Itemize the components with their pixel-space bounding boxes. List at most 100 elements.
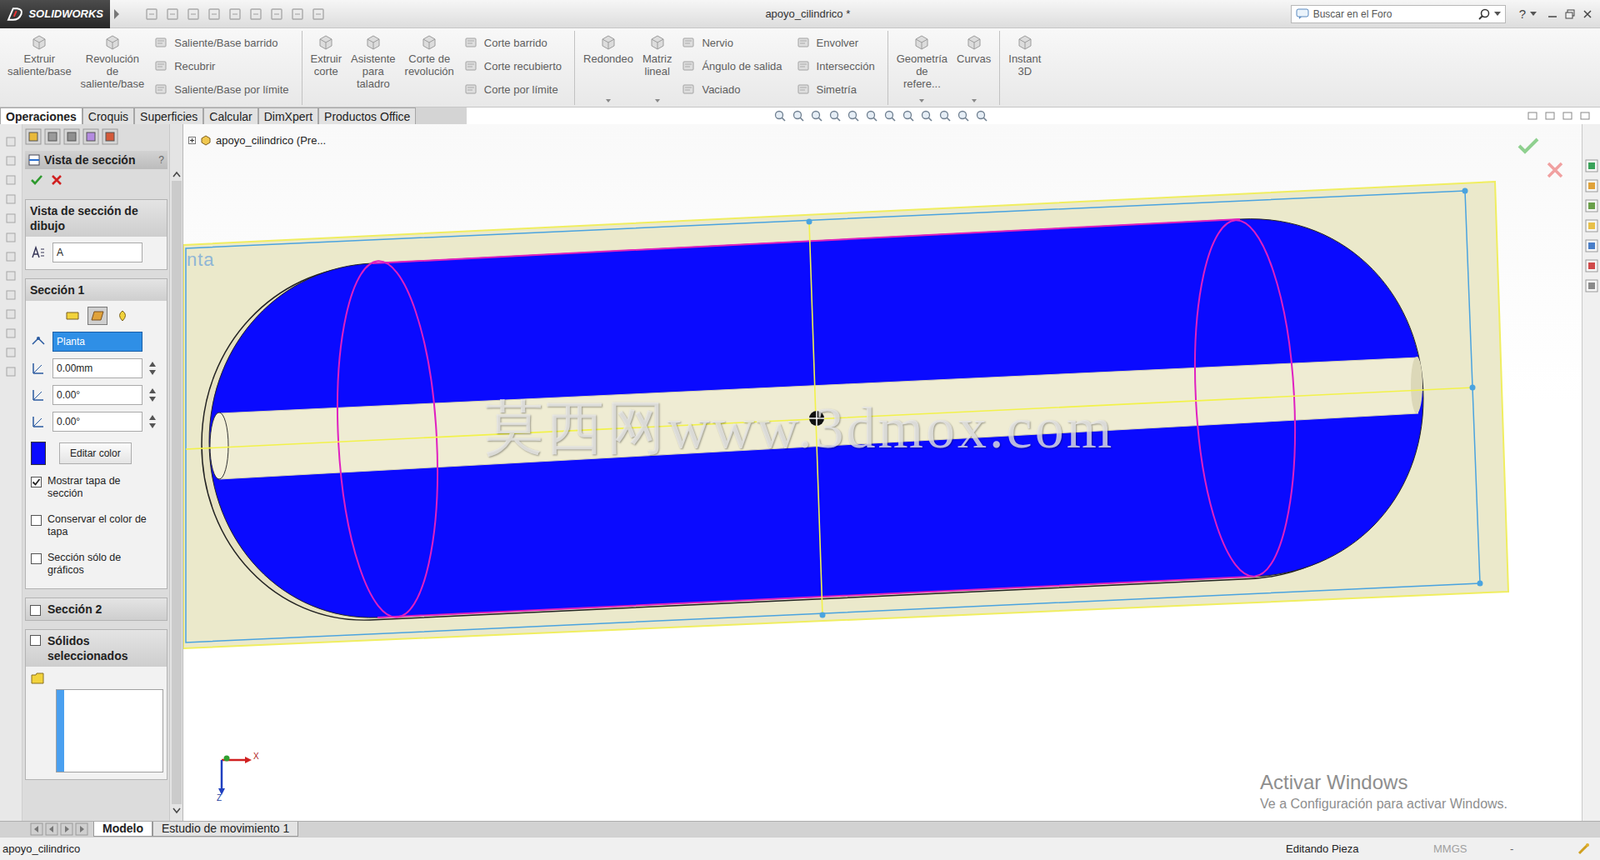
command-tab[interactable]: Superficies bbox=[134, 107, 204, 125]
option-checkbox-row[interactable]: Conservar el color de tapa bbox=[30, 513, 164, 539]
dropdown-icon[interactable] bbox=[1530, 11, 1537, 17]
view-tool-icon[interactable] bbox=[956, 109, 970, 123]
command-button[interactable]: Instant 3D bbox=[1004, 30, 1045, 105]
feature-tree-flyout[interactable]: apoyo_cilindrico (Pre... bbox=[188, 133, 326, 147]
plane-mode-button[interactable] bbox=[62, 306, 83, 325]
command-tab[interactable]: Productos Office bbox=[318, 107, 416, 125]
command-tab[interactable]: Operaciones bbox=[0, 107, 83, 125]
magnifier-icon[interactable] bbox=[1478, 8, 1490, 20]
tool-icon[interactable] bbox=[5, 270, 17, 282]
document-window-icon[interactable] bbox=[1580, 110, 1590, 121]
manager-tab-icon[interactable] bbox=[63, 128, 80, 145]
command-button[interactable]: Corte barrido bbox=[462, 32, 564, 53]
tool-icon[interactable] bbox=[5, 365, 17, 378]
task-pane-icon[interactable] bbox=[1585, 179, 1599, 193]
plane-handle[interactable] bbox=[820, 612, 826, 619]
view-tool-icon[interactable] bbox=[773, 109, 787, 123]
cancel-x-icon[interactable] bbox=[50, 174, 63, 186]
command-button[interactable]: Recubrir bbox=[152, 55, 290, 76]
command-button[interactable]: Revolución de saliente/base bbox=[76, 30, 150, 105]
plane-handle[interactable] bbox=[1462, 188, 1469, 195]
document-window-icon[interactable] bbox=[1527, 110, 1538, 121]
dropdown-caret-icon[interactable] bbox=[971, 99, 977, 103]
spinner-icon[interactable] bbox=[149, 386, 156, 404]
task-pane-icon[interactable] bbox=[1585, 259, 1599, 273]
option-checkbox-row[interactable]: Mostrar tapa de sección bbox=[30, 475, 164, 500]
checkbox[interactable] bbox=[30, 515, 42, 526]
command-button[interactable]: Geometría de refere... bbox=[892, 30, 952, 105]
command-tab[interactable]: Calcular bbox=[203, 107, 258, 125]
minimize-icon[interactable] bbox=[1546, 8, 1559, 20]
group-header[interactable]: Vista de sección de dibujo bbox=[25, 200, 167, 237]
document-window-icon[interactable] bbox=[1545, 110, 1555, 121]
view-tool-icon[interactable] bbox=[791, 109, 805, 123]
tool-icon[interactable] bbox=[5, 174, 17, 186]
manager-tab-icon[interactable] bbox=[82, 128, 100, 145]
command-button[interactable]: Vaciado bbox=[680, 79, 784, 100]
rebuild-icon[interactable] bbox=[1576, 842, 1590, 856]
plane-mode-button[interactable] bbox=[112, 306, 133, 325]
tool-icon[interactable] bbox=[5, 193, 17, 205]
command-button[interactable]: Simetría bbox=[795, 79, 877, 100]
manager-tab-icon[interactable] bbox=[25, 128, 42, 145]
document-window-icon[interactable] bbox=[1562, 110, 1573, 121]
plane-field[interactable]: Planta bbox=[52, 331, 143, 352]
checkbox[interactable] bbox=[30, 553, 42, 565]
plane-handle[interactable] bbox=[1470, 385, 1476, 391]
command-button[interactable]: Ángulo de salida bbox=[680, 55, 784, 76]
spinner-icon[interactable] bbox=[149, 413, 156, 430]
command-button[interactable]: Extruir saliente/base bbox=[3, 30, 76, 105]
task-pane-icon[interactable] bbox=[1585, 279, 1599, 293]
manager-tab-icon[interactable] bbox=[101, 128, 119, 145]
tool-icon[interactable] bbox=[5, 250, 17, 263]
dropdown-caret-icon[interactable] bbox=[605, 99, 611, 103]
solids-list[interactable] bbox=[55, 689, 164, 773]
group-header[interactable]: Sección 2 bbox=[25, 598, 167, 620]
checkbox[interactable] bbox=[30, 635, 41, 646]
toolbar-icon[interactable] bbox=[207, 7, 221, 21]
toolbar-icon[interactable] bbox=[228, 7, 242, 21]
expand-icon[interactable] bbox=[188, 136, 196, 145]
value-field[interactable]: 0.00mm bbox=[52, 358, 143, 379]
task-pane-icon[interactable] bbox=[1585, 219, 1599, 233]
help-button[interactable]: ? bbox=[1517, 6, 1528, 21]
tool-icon[interactable] bbox=[5, 231, 17, 244]
command-button[interactable]: Extruir corte bbox=[306, 30, 347, 105]
command-button[interactable]: Saliente/Base barrido bbox=[152, 32, 290, 53]
group-header[interactable]: Sección 1 bbox=[25, 279, 167, 301]
view-tool-icon[interactable] bbox=[828, 109, 842, 123]
graphics-area[interactable]: apoyo_cilindrico (Pre...nta莫西网www.3dmox.… bbox=[183, 124, 1582, 821]
command-button[interactable]: Nervio bbox=[680, 32, 784, 53]
checkbox[interactable] bbox=[30, 605, 41, 616]
tab-nav-icon[interactable] bbox=[30, 822, 44, 836]
command-button[interactable]: Intersección bbox=[795, 55, 877, 76]
tool-icon[interactable] bbox=[5, 308, 17, 320]
scroll-up-icon[interactable] bbox=[172, 170, 181, 178]
value-field[interactable]: 0.00° bbox=[52, 411, 143, 432]
group-header[interactable]: Sólidos seleccionados bbox=[25, 630, 167, 667]
dropdown-caret-icon[interactable] bbox=[655, 99, 660, 103]
bottom-tab[interactable]: Modelo bbox=[93, 821, 153, 837]
edit-color-button[interactable]: Editar color bbox=[59, 442, 132, 465]
section-name-field[interactable]: A bbox=[52, 242, 143, 263]
tool-icon[interactable] bbox=[5, 155, 17, 167]
command-button[interactable]: Asistente para taladro bbox=[346, 30, 400, 105]
task-pane-icon[interactable] bbox=[1585, 199, 1599, 213]
manager-tab-icon[interactable] bbox=[44, 128, 61, 145]
dropdown-icon[interactable] bbox=[1494, 11, 1501, 17]
tool-icon[interactable] bbox=[5, 327, 17, 340]
value-field[interactable]: 0.00° bbox=[52, 385, 143, 405]
toolbar-icon[interactable] bbox=[249, 7, 263, 21]
view-tool-icon[interactable] bbox=[846, 109, 860, 123]
close-icon[interactable] bbox=[1581, 8, 1594, 20]
plane-handle[interactable] bbox=[806, 219, 813, 225]
tab-nav-icon[interactable] bbox=[60, 822, 74, 836]
plane-mode-button[interactable] bbox=[87, 306, 108, 325]
task-pane-icon[interactable] bbox=[1585, 239, 1599, 253]
tool-icon[interactable] bbox=[5, 212, 17, 225]
confirm-check-icon[interactable] bbox=[1517, 136, 1540, 155]
scrollbar[interactable] bbox=[169, 124, 183, 821]
command-button[interactable]: Envolver bbox=[795, 32, 877, 53]
status-units[interactable]: MMGS bbox=[1433, 842, 1510, 855]
task-pane-icon[interactable] bbox=[1585, 159, 1599, 173]
